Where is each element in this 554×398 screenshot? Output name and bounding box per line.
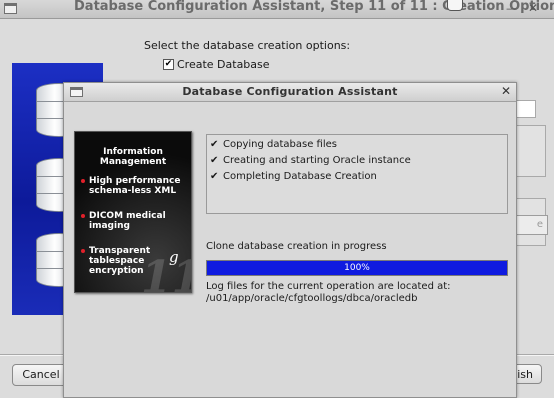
bullet-icon <box>81 214 85 218</box>
promo-item-text: DICOM medical imaging <box>89 211 166 231</box>
step-label: Completing Database Creation <box>223 171 377 182</box>
progress-steps-list: ✔ Copying database files ✔ Creating and … <box>206 134 508 214</box>
progress-percent: 100% <box>344 263 370 273</box>
bullet-icon <box>81 179 85 183</box>
dialog-titlebar: Database Configuration Assistant ✕ <box>64 83 516 102</box>
create-database-option[interactable]: ✔ Create Database <box>163 58 270 71</box>
window-icon[interactable] <box>4 3 17 14</box>
creation-options-caption: Select the database creation options: <box>144 39 351 52</box>
progress-bar: 100% <box>206 260 508 276</box>
step-item: ✔ Completing Database Creation <box>210 171 377 182</box>
check-icon: ✔ <box>210 171 219 182</box>
minimize-icon[interactable]: — <box>506 2 517 15</box>
create-database-label: Create Database <box>177 58 270 71</box>
status-message: Clone database creation in progress <box>206 241 387 252</box>
close-icon[interactable]: ✕ <box>501 84 511 98</box>
cancel-button[interactable]: Cancel <box>12 364 70 386</box>
log-location-path: /u01/app/oracle/cfgtoollogs/dbca/oracled… <box>206 293 418 304</box>
progress-dialog: Database Configuration Assistant ✕ Infor… <box>63 82 517 398</box>
finish-button-label: Finish <box>515 368 533 381</box>
check-icon: ✔ <box>210 155 219 166</box>
step-label: Creating and starting Oracle instance <box>223 155 411 166</box>
oracle-11g-watermark: 11g <box>141 252 191 293</box>
step-item: ✔ Copying database files <box>210 139 337 150</box>
promo-item: DICOM medical imaging <box>81 211 187 231</box>
main-titlebar: Database Configuration Assistant, Step 1… <box>0 0 554 19</box>
step-item: ✔ Creating and starting Oracle instance <box>210 155 411 166</box>
promo-banner: Information Management High performance … <box>74 131 192 293</box>
close-icon[interactable]: ✕ <box>528 1 538 15</box>
titlebar-popup-fragment <box>447 0 463 11</box>
step-label: Copying database files <box>223 139 337 150</box>
log-location-label: Log files for the current operation are … <box>206 281 451 292</box>
background-browse-button[interactable]: e <box>512 215 548 235</box>
main-window-title: Database Configuration Assistant, Step 1… <box>74 0 554 14</box>
bullet-icon <box>81 249 85 253</box>
promo-heading: Information Management <box>99 147 167 167</box>
promo-item-text: High performance schema-less XML <box>89 176 181 196</box>
create-database-checkbox[interactable]: ✔ <box>163 59 174 70</box>
dialog-title: Database Configuration Assistant <box>182 85 398 98</box>
background-options-panel <box>512 125 546 177</box>
check-icon: ✔ <box>210 139 219 150</box>
oracle-11g-logo: g <box>169 248 179 266</box>
promo-item: High performance schema-less XML <box>81 176 187 196</box>
